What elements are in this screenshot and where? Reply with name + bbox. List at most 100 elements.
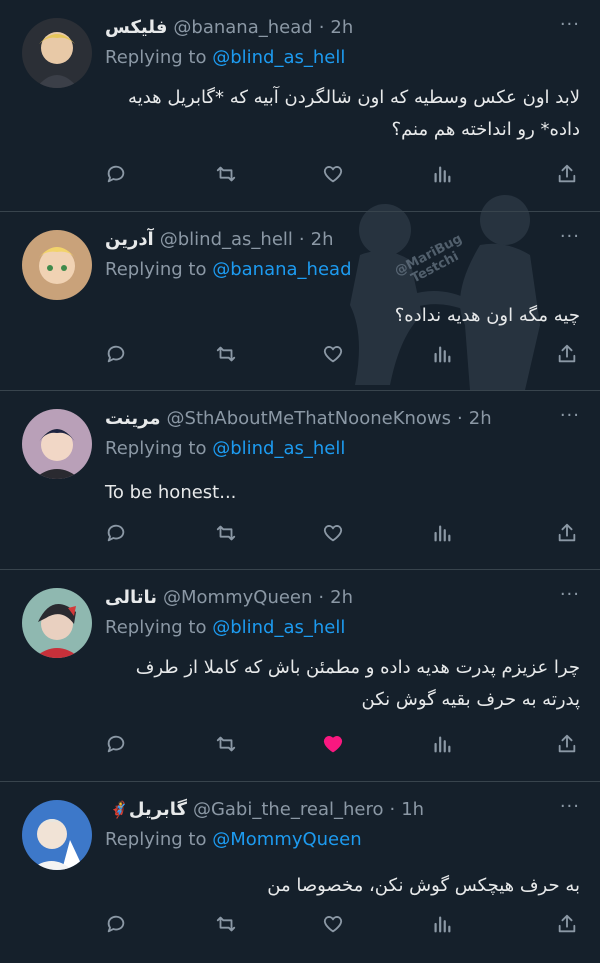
user-handle[interactable]: @blind_as_hell <box>160 229 293 250</box>
replying-to-label: Replying to <box>105 829 207 850</box>
replying-to-label: Replying to <box>105 47 207 68</box>
share-button[interactable] <box>551 519 583 551</box>
tweet[interactable]: 🦸 گابریل @Gabi_the_real_hero · 1h ··· Re… <box>0 782 600 963</box>
more-options-icon[interactable]: ··· <box>560 14 580 35</box>
views-button[interactable] <box>426 160 458 192</box>
views-icon <box>431 163 453 189</box>
avatar[interactable] <box>22 18 92 88</box>
like-button[interactable] <box>317 910 349 942</box>
reply-button[interactable] <box>100 340 132 372</box>
separator-dot: · <box>318 16 325 38</box>
replying-to: Replying to @banana_head <box>105 259 352 280</box>
more-options-icon[interactable]: ··· <box>560 796 580 817</box>
like-icon <box>322 163 344 189</box>
display-name[interactable]: گابریل <box>129 799 187 820</box>
timestamp[interactable]: 1h <box>401 799 424 820</box>
views-icon <box>431 913 453 939</box>
action-bar <box>100 910 585 944</box>
reply-button[interactable] <box>100 730 132 762</box>
retweet-button[interactable] <box>210 519 242 551</box>
tweet[interactable]: ناتالی @MommyQueen · 2h ··· Replying to … <box>0 570 600 782</box>
replying-to: Replying to @blind_as_hell <box>105 617 345 638</box>
mention-link[interactable]: @blind_as_hell <box>212 47 345 68</box>
more-options-icon[interactable]: ··· <box>560 226 580 247</box>
tweet[interactable]: مرینت @SthAboutMeThatNooneKnows · 2h ···… <box>0 391 600 570</box>
reply-button[interactable] <box>100 160 132 192</box>
views-button[interactable] <box>426 519 458 551</box>
retweet-icon <box>215 343 237 369</box>
user-handle[interactable]: @SthAboutMeThatNooneKnows <box>167 408 452 429</box>
share-button[interactable] <box>551 160 583 192</box>
tweet-text: چرا عزیزم پدرت هدیه داده و مطمئن باش که … <box>135 657 580 710</box>
tweet[interactable]: فلیکس @banana_head · 2h ··· Replying to … <box>0 0 600 212</box>
like-button[interactable] <box>317 519 349 551</box>
tweet-header: مرینت @SthAboutMeThatNooneKnows · 2h <box>105 403 540 433</box>
tweet-text: To be honest... <box>105 482 237 503</box>
avatar[interactable] <box>22 230 92 300</box>
more-options-icon[interactable]: ··· <box>560 405 580 426</box>
user-handle[interactable]: @Gabi_the_real_hero <box>193 799 384 820</box>
retweet-button[interactable] <box>210 910 242 942</box>
action-bar <box>100 340 585 374</box>
share-icon <box>556 522 578 548</box>
mention-link[interactable]: @blind_as_hell <box>212 438 345 459</box>
timestamp[interactable]: 2h <box>469 408 492 429</box>
retweet-button[interactable] <box>210 160 242 192</box>
display-name[interactable]: آدرین <box>105 229 154 250</box>
replying-to-label: Replying to <box>105 259 207 280</box>
reply-icon <box>105 163 127 189</box>
like-button[interactable] <box>317 160 349 192</box>
user-handle[interactable]: @MommyQueen <box>163 587 312 608</box>
reply-button[interactable] <box>100 910 132 942</box>
tweet[interactable]: آدرین @blind_as_hell · 2h ··· Replying t… <box>0 212 600 391</box>
tweet-header: آدرین @blind_as_hell · 2h <box>105 224 540 254</box>
views-icon <box>431 522 453 548</box>
mention-link[interactable]: @banana_head <box>212 259 351 280</box>
share-button[interactable] <box>551 340 583 372</box>
avatar[interactable] <box>22 588 92 658</box>
replying-to-label: Replying to <box>105 617 207 638</box>
separator-dot: · <box>318 586 325 608</box>
name-emoji: 🦸 <box>109 799 129 819</box>
avatar[interactable] <box>22 800 92 870</box>
share-button[interactable] <box>551 730 583 762</box>
timestamp[interactable]: 2h <box>330 587 353 608</box>
replying-to: Replying to @blind_as_hell <box>105 438 345 459</box>
views-icon <box>431 733 453 759</box>
action-bar <box>100 730 585 764</box>
reply-button[interactable] <box>100 519 132 551</box>
views-button[interactable] <box>426 730 458 762</box>
views-button[interactable] <box>426 910 458 942</box>
display-name[interactable]: فلیکس <box>105 17 167 38</box>
mention-link[interactable]: @blind_as_hell <box>212 617 345 638</box>
tweet-header: 🦸 گابریل @Gabi_the_real_hero · 1h <box>105 794 540 824</box>
replying-to: Replying to @MommyQueen <box>105 829 362 850</box>
share-icon <box>556 343 578 369</box>
reply-icon <box>105 522 127 548</box>
separator-dot: · <box>457 407 463 429</box>
like-button[interactable] <box>317 730 349 762</box>
display-name[interactable]: مرینت <box>105 408 161 429</box>
retweet-button[interactable] <box>210 730 242 762</box>
share-button[interactable] <box>551 910 583 942</box>
retweet-button[interactable] <box>210 340 242 372</box>
views-button[interactable] <box>426 340 458 372</box>
like-icon <box>322 733 344 759</box>
views-icon <box>431 343 453 369</box>
more-options-icon[interactable]: ··· <box>560 584 580 605</box>
share-icon <box>556 913 578 939</box>
like-button[interactable] <box>317 340 349 372</box>
timestamp[interactable]: 2h <box>311 229 334 250</box>
replying-to-label: Replying to <box>105 438 207 459</box>
avatar[interactable] <box>22 409 92 479</box>
separator-dot: · <box>298 228 305 250</box>
display-name[interactable]: ناتالی <box>105 587 157 608</box>
retweet-icon <box>215 733 237 759</box>
timestamp[interactable]: 2h <box>330 17 353 38</box>
separator-dot: · <box>389 798 396 820</box>
tweet-header: فلیکس @banana_head · 2h <box>105 12 540 42</box>
action-bar <box>100 519 585 553</box>
mention-link[interactable]: @MommyQueen <box>212 829 361 850</box>
share-icon <box>556 733 578 759</box>
user-handle[interactable]: @banana_head <box>173 17 312 38</box>
